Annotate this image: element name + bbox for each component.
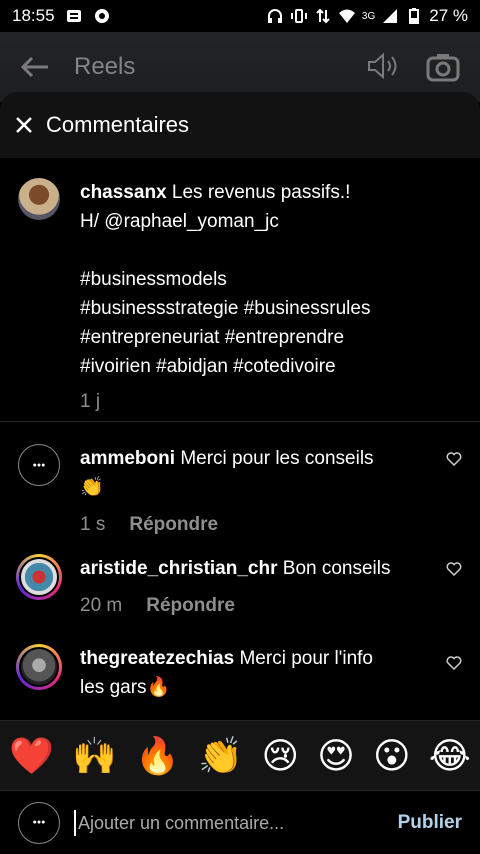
headphones-icon: [267, 9, 282, 23]
like-heart-icon[interactable]: [446, 656, 462, 670]
avatar[interactable]: [18, 178, 60, 220]
comment-time: 20 m: [80, 595, 123, 616]
close-icon[interactable]: [14, 115, 34, 135]
battery-icon: [409, 8, 420, 24]
speaker-icon[interactable]: [366, 52, 398, 80]
like-heart-icon[interactable]: [446, 562, 462, 576]
comments-sheet: Commentaires chassanx Les revenus passif…: [0, 92, 480, 854]
reaction-laughing[interactable]: 😂: [429, 737, 471, 774]
hashtags-line3[interactable]: #entrepreneuriat #entreprendre: [80, 323, 370, 352]
comment-composer: ●●● Ajouter un commentaire... Publier: [0, 790, 480, 854]
reaction-heart[interactable]: ❤️: [9, 737, 54, 774]
comment-time: 1 s: [80, 514, 106, 535]
reply-button[interactable]: Répondre: [146, 591, 235, 620]
caption-text-line1: Les revenus passifs.!: [171, 182, 351, 203]
network-type: 3G: [361, 10, 376, 22]
comment-emoji: 👏: [80, 477, 104, 498]
message-icon: [66, 10, 81, 22]
comment-text: Merci pour l'info: [239, 648, 373, 669]
comment-emoji: 🔥: [146, 677, 171, 698]
post-caption: chassanx Les revenus passifs.! H/ @rapha…: [0, 158, 480, 422]
data-arrows-icon: [316, 8, 330, 24]
hashtags-line4[interactable]: #ivoirien #abidjan #cotedivoire: [80, 352, 370, 381]
comment-item: thegreatezechias Merci pour l'info les g…: [0, 638, 480, 708]
status-time: 18:55: [12, 6, 55, 25]
chat-icon: [94, 9, 109, 23]
reaction-heart-eyes[interactable]: 😍: [317, 737, 355, 774]
vibrate-icon: [290, 9, 307, 23]
caption-time: 1 j: [80, 391, 101, 412]
status-bar: 18:55 3G 27 %: [0, 0, 480, 32]
comment-username[interactable]: ammeboni: [80, 448, 175, 469]
reaction-fire[interactable]: 🔥: [135, 737, 180, 774]
hashtags-line2[interactable]: #businessstrategie #businessrules: [80, 294, 370, 323]
avatar[interactable]: [16, 554, 62, 600]
comment-username[interactable]: aristide_christian_chr: [80, 558, 277, 579]
avatar: ●●●: [18, 801, 60, 844]
comment-item: aristide_christian_chr Bon conseils 20 m…: [0, 546, 480, 638]
comment-item: ●●● ammeboni Merci pour les conseils 👏 1…: [0, 422, 480, 546]
like-heart-icon[interactable]: [446, 452, 462, 466]
camera-icon[interactable]: [426, 52, 460, 82]
quick-reaction-bar: ❤️ 🙌 🔥 👏 😢 😍 😮 😂: [0, 720, 480, 790]
back-arrow-icon[interactable]: [20, 55, 50, 79]
caption-body: chassanx Les revenus passifs.! H/ @rapha…: [80, 178, 370, 421]
reaction-clap[interactable]: 👏: [198, 737, 243, 774]
comment-username[interactable]: thegreatezechias: [80, 648, 234, 669]
comment-text-line2: les gars: [80, 677, 147, 698]
avatar[interactable]: ●●●: [18, 444, 60, 486]
sheet-title: Commentaires: [46, 112, 190, 137]
comment-text: Bon conseils: [282, 558, 391, 579]
hashtags-line1[interactable]: #businessmodels: [80, 265, 370, 294]
wifi-icon: [338, 9, 355, 23]
comment-input[interactable]: Ajouter un commentaire...: [74, 809, 398, 836]
caption-text-line2[interactable]: H/ @raphael_yoman_jc: [80, 207, 370, 236]
reply-button[interactable]: Répondre: [129, 510, 218, 539]
comment-text: Merci pour les conseils: [180, 448, 374, 469]
reaction-crying[interactable]: 😢: [261, 737, 299, 774]
signal-icon: [383, 9, 398, 23]
publish-button[interactable]: Publier: [398, 812, 462, 834]
battery-percent: 27 %: [429, 6, 468, 25]
sheet-header: Commentaires: [0, 92, 480, 158]
reaction-raising-hands[interactable]: 🙌: [72, 737, 117, 774]
caption-username[interactable]: chassanx: [80, 182, 167, 203]
avatar[interactable]: [16, 644, 62, 690]
reaction-surprised[interactable]: 😮: [373, 737, 411, 774]
reels-title: Reels: [74, 53, 136, 80]
